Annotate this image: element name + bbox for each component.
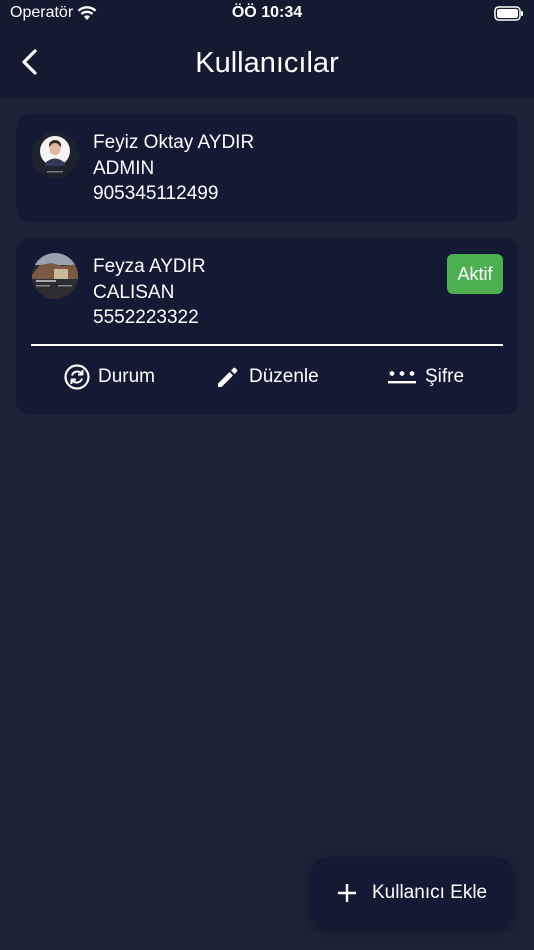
sync-icon (64, 364, 90, 390)
edit-button[interactable]: Düzenle (215, 360, 319, 394)
plus-icon (338, 883, 356, 902)
password-button-label: Şifre (425, 366, 465, 387)
clock: ÖÖ 10:34 (231, 4, 303, 21)
status-button[interactable]: Durum (64, 360, 155, 394)
add-user-button[interactable]: Kullanıcı Ekle (311, 857, 513, 928)
user-role: ADMIN (93, 157, 155, 179)
user-info: Feyiz Oktay AYDIR ADMIN 905345112499 (93, 130, 254, 207)
divider (31, 344, 503, 346)
add-user-label: Kullanıcı Ekle (372, 881, 488, 903)
user-name: Feyza AYDIR (93, 256, 206, 277)
user-actions: Durum Düzenle Şifre (16, 360, 518, 394)
status-button-label: Durum (98, 366, 156, 387)
user-role: CALISAN (93, 281, 175, 303)
user-info: Feyza AYDIR CALISAN 5552223322 (93, 254, 206, 331)
user-phone: 5552223322 (93, 307, 199, 328)
password-icon (388, 371, 416, 384)
user-phone: 905345112499 (93, 183, 219, 204)
user-name: Feyiz Oktay AYDIR (93, 132, 255, 153)
pencil-icon (218, 367, 238, 387)
user-card[interactable]: Feyza AYDIR CALISAN 5552223322 Aktif Dur… (16, 238, 518, 415)
avatar (32, 132, 78, 178)
password-button[interactable]: Şifre (387, 360, 464, 394)
app-header: Operatör ÖÖ 10:34 Kullanıcılar (0, 0, 534, 98)
user-card[interactable]: Feyiz Oktay AYDIR ADMIN 905345112499 (16, 114, 518, 222)
status-bar: Operatör ÖÖ 10:34 (0, 0, 534, 28)
page-title: Kullanıcılar (195, 47, 339, 79)
avatar (32, 253, 78, 299)
edit-button-label: Düzenle (249, 366, 319, 387)
status-badge: Aktif (447, 254, 503, 294)
battery-icon (494, 6, 523, 21)
